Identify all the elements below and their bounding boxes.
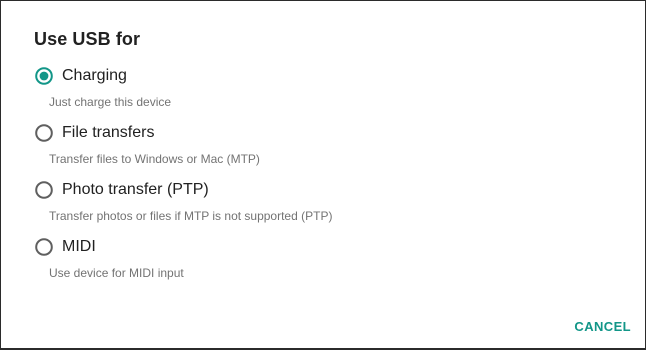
- option-midi[interactable]: MIDI Use device for MIDI input: [34, 236, 594, 286]
- option-file-transfers[interactable]: File transfers Transfer files to Windows…: [34, 122, 594, 172]
- radio-unselected-icon[interactable]: [35, 238, 53, 256]
- option-label: File transfers: [62, 124, 155, 141]
- option-description: Use device for MIDI input: [49, 266, 184, 280]
- usb-mode-dialog: Use USB for Charging Just charge this de…: [0, 0, 646, 350]
- option-photo-transfer[interactable]: Photo transfer (PTP) Transfer photos or …: [34, 179, 594, 229]
- option-description: Transfer photos or files if MTP is not s…: [49, 209, 333, 223]
- option-description: Transfer files to Windows or Mac (MTP): [49, 152, 260, 166]
- option-charging[interactable]: Charging Just charge this device: [34, 65, 594, 115]
- radio-unselected-icon[interactable]: [35, 181, 53, 199]
- option-label: Charging: [62, 67, 127, 84]
- radio-selected-icon[interactable]: [35, 67, 53, 85]
- option-description: Just charge this device: [49, 95, 172, 109]
- radio-unselected-icon[interactable]: [35, 124, 53, 142]
- dialog-title: Use USB for: [34, 29, 141, 49]
- option-label: Photo transfer (PTP): [62, 181, 209, 198]
- cancel-button[interactable]: CANCEL: [574, 317, 631, 337]
- option-label: MIDI: [62, 238, 96, 255]
